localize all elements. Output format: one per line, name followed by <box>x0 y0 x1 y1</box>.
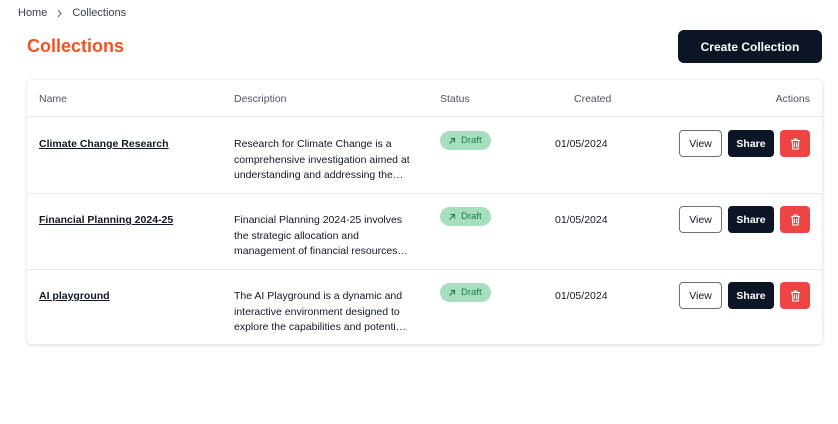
column-header-description: Description <box>234 93 287 105</box>
trash-icon <box>790 214 800 226</box>
collections-table: Name Description Status Created Actions … <box>27 80 822 344</box>
table-row: Financial Planning 2024-25 Financial Pla… <box>27 194 822 270</box>
arrow-up-right-icon <box>449 289 456 296</box>
status-badge-label: Draft <box>461 135 482 146</box>
breadcrumb-home-link[interactable]: Home <box>18 7 47 19</box>
share-button[interactable]: Share <box>728 206 774 233</box>
share-button[interactable]: Share <box>728 282 774 309</box>
created-date: 01/05/2024 <box>555 214 608 226</box>
status-badge: Draft <box>440 131 491 150</box>
column-header-status: Status <box>440 93 470 105</box>
collection-description: Financial Planning 2024-25 involves the … <box>234 214 403 257</box>
status-badge: Draft <box>440 283 491 302</box>
table-row: Climate Change Research Research for Cli… <box>27 118 822 194</box>
trash-icon <box>790 138 800 150</box>
arrow-up-right-icon <box>449 137 456 144</box>
table-row: AI playground The AI Playground is a dyn… <box>27 270 822 346</box>
view-button[interactable]: View <box>679 130 722 157</box>
share-button[interactable]: Share <box>728 130 774 157</box>
delete-button[interactable] <box>780 130 810 157</box>
collection-name-link[interactable]: Financial Planning 2024-25 <box>39 214 173 226</box>
collection-description: Research for Climate Change is a compreh… <box>234 138 410 181</box>
view-button[interactable]: View <box>679 206 722 233</box>
column-header-name: Name <box>39 93 68 105</box>
create-collection-button[interactable]: Create Collection <box>678 30 822 63</box>
status-badge-label: Draft <box>461 211 482 222</box>
delete-button[interactable] <box>780 282 810 309</box>
status-badge: Draft <box>440 207 491 226</box>
table-header: Name Description Status Created Actions <box>27 80 822 117</box>
delete-button[interactable] <box>780 206 810 233</box>
breadcrumb-current: Collections <box>72 7 127 19</box>
trash-icon <box>790 290 800 302</box>
page-title: Collections <box>27 36 125 56</box>
collection-description: The AI Playground is a dynamic and inter… <box>234 290 404 333</box>
view-button[interactable]: View <box>679 282 722 309</box>
arrow-up-right-icon <box>449 213 456 220</box>
breadcrumb: Home Collections <box>18 7 126 19</box>
created-date: 01/05/2024 <box>555 138 608 150</box>
created-date: 01/05/2024 <box>555 290 608 302</box>
collection-name-link[interactable]: Climate Change Research <box>39 138 169 150</box>
collection-name-link[interactable]: AI playground <box>39 290 110 302</box>
column-header-actions: Actions <box>775 93 810 105</box>
chevron-right-icon <box>56 9 63 18</box>
status-badge-label: Draft <box>461 287 482 298</box>
column-header-created: Created <box>574 93 612 105</box>
